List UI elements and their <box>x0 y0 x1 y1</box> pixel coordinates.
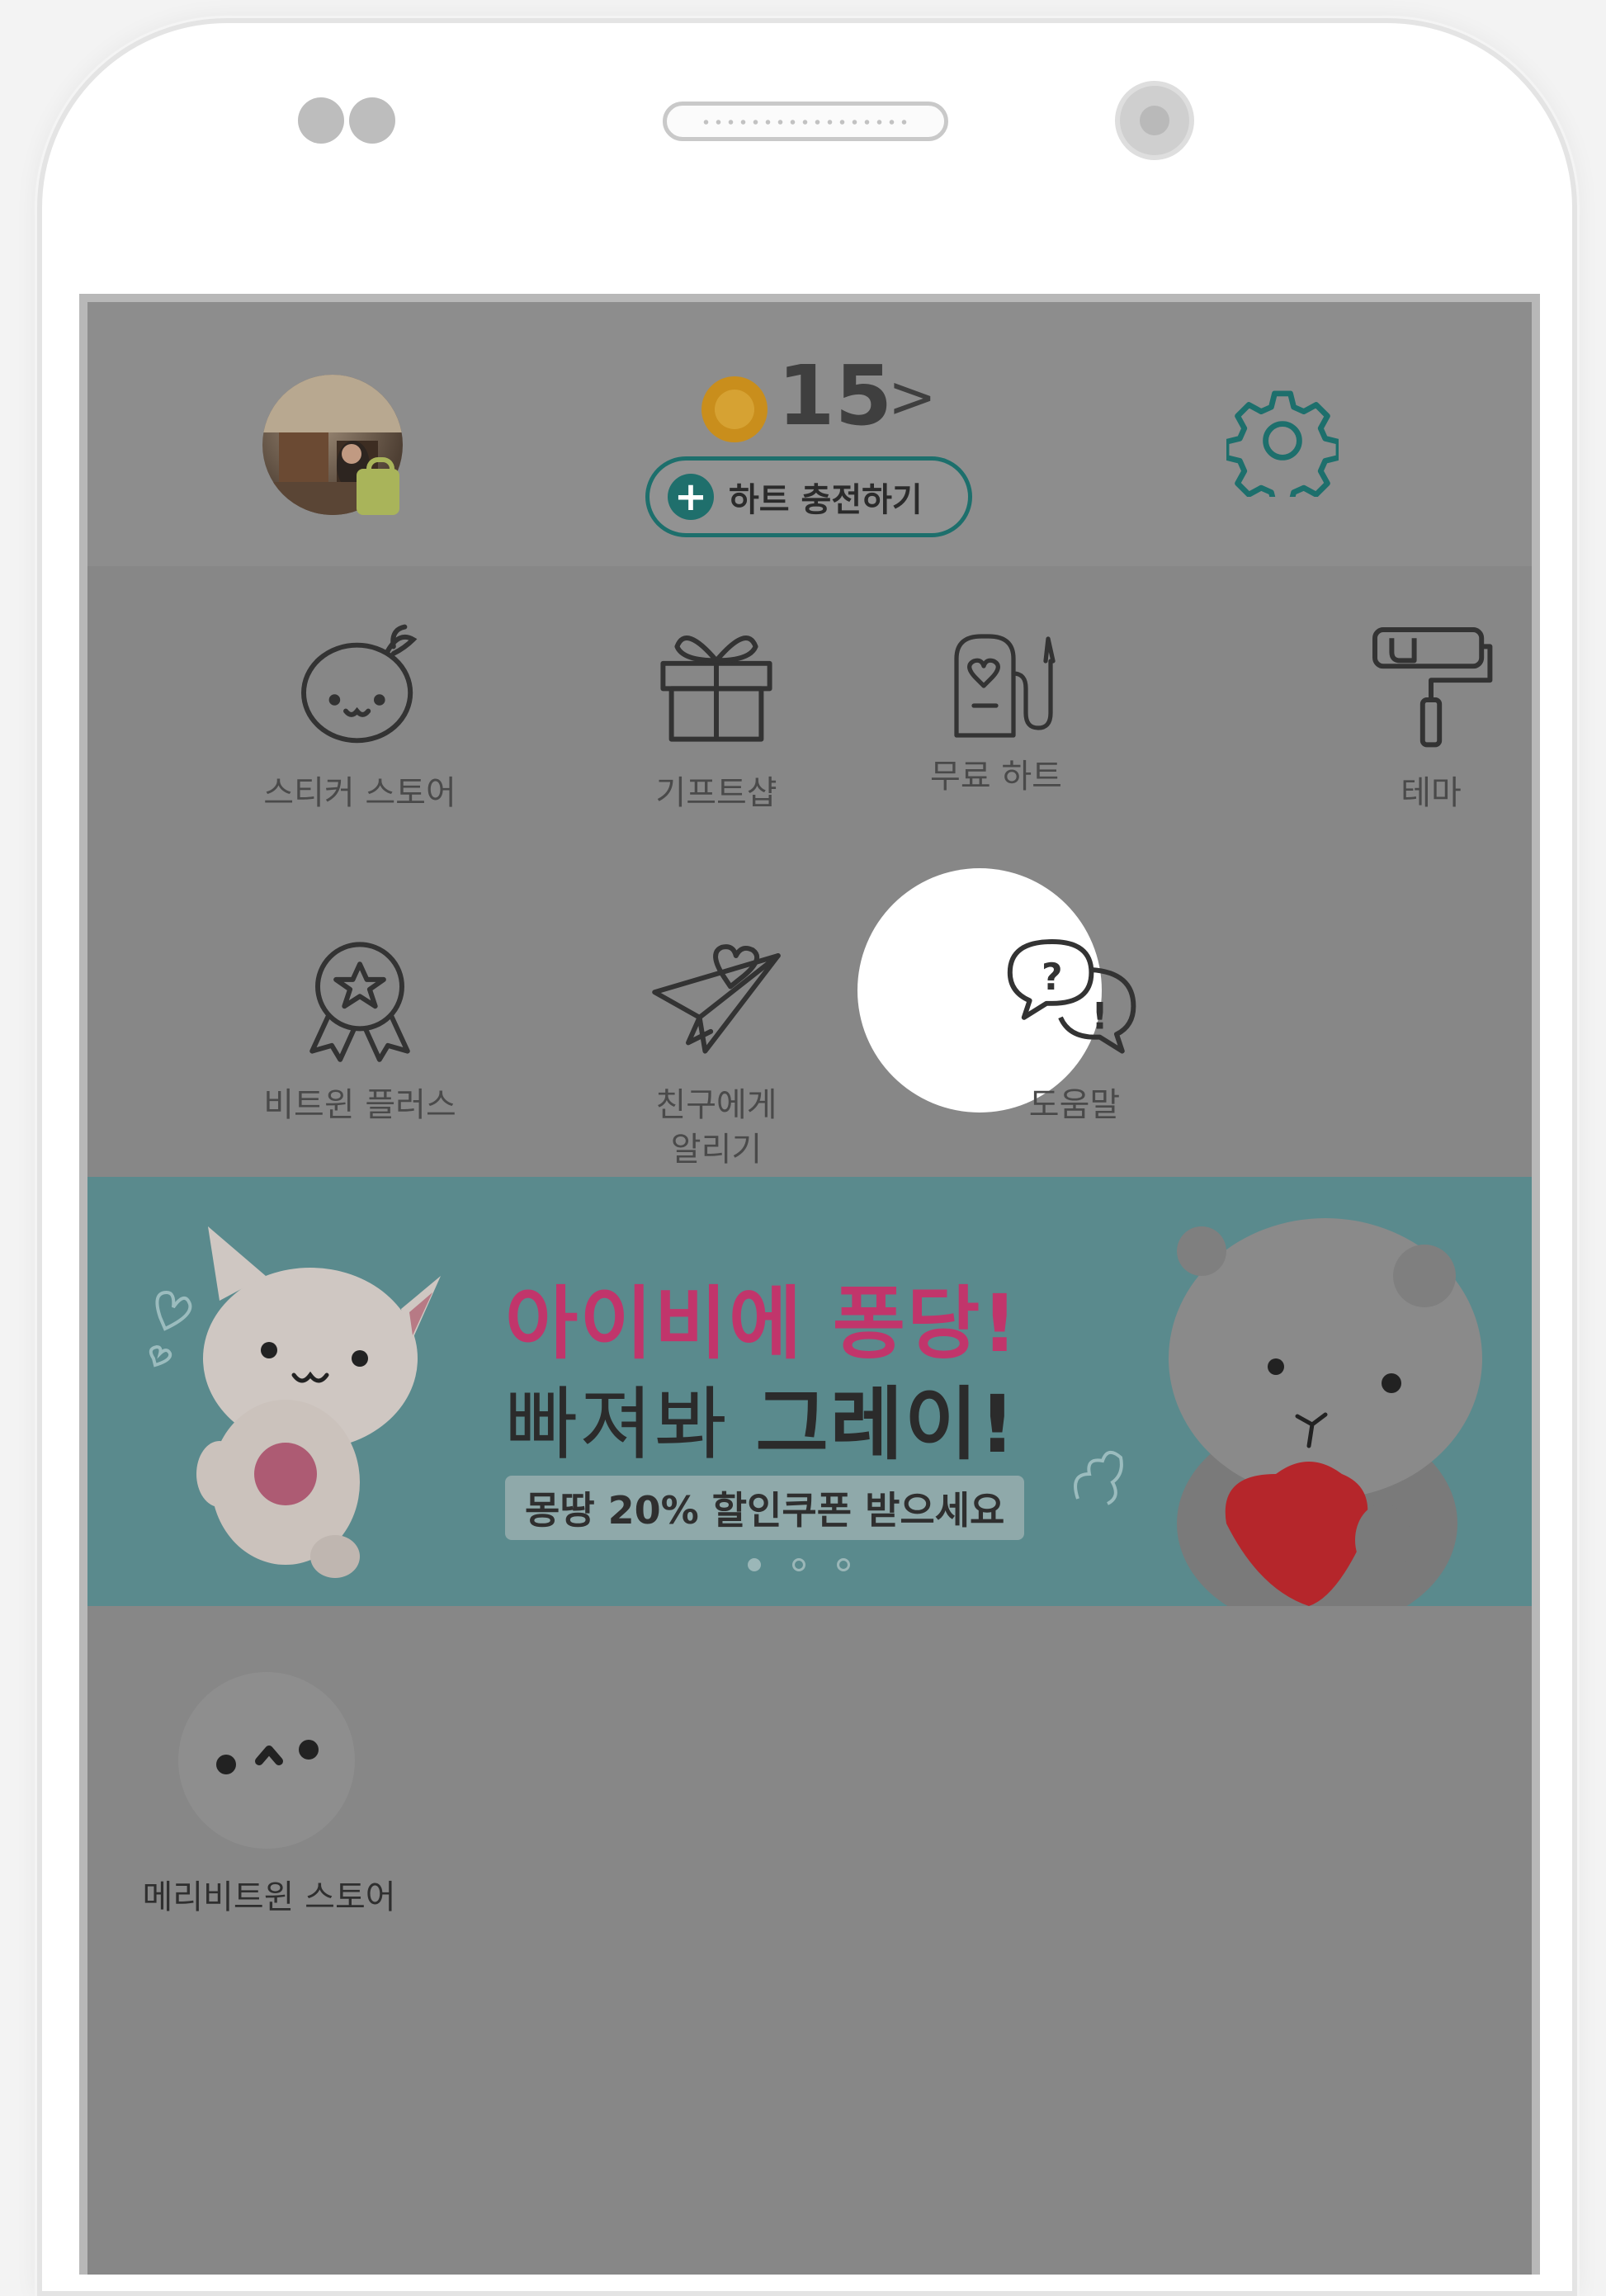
banner-coupon-label: 몽땅 20% 할인쿠폰 받으세요 <box>505 1476 1025 1540</box>
menu-grid: 스티커 스토어 기프트샵 무료 하트 테마 비트윈 플러스 친구에게 알리기 ?… <box>87 566 1532 1177</box>
menu-label: 비트윈 플러스 <box>263 1086 456 1124</box>
menu-label: 스티커 스토어 <box>263 774 456 812</box>
cat-plush-image <box>149 1226 441 1578</box>
menu-item-help[interactable]: ? ! 도움말 <box>934 928 1215 1127</box>
phone-top-bezel <box>42 23 1572 295</box>
chevron-right-icon[interactable]: > <box>888 368 937 426</box>
charge-hearts-label: 하트 충전하기 <box>729 481 923 519</box>
help-speech-bubbles-icon: ? ! <box>1007 939 1136 1054</box>
earpiece-speaker <box>663 102 948 141</box>
svg-text:?: ? <box>1042 957 1063 999</box>
menu-item-between-plus[interactable]: 비트윈 플러스 <box>220 928 500 1127</box>
paint-roller-icon <box>1372 627 1493 748</box>
gear-icon[interactable] <box>1226 385 1339 497</box>
menu-label: 도움말 <box>1028 1086 1121 1124</box>
seal-sticker-icon <box>301 624 418 744</box>
menu-label: 무료 하트 <box>930 758 1062 796</box>
paper-plane-heart-icon <box>652 944 781 1054</box>
menu-item-free-heart[interactable]: 무료 하트 <box>914 624 1079 799</box>
menu-item-sticker-store[interactable]: 스티커 스토어 <box>220 616 500 815</box>
menu-label: 기프트샵 <box>655 774 777 812</box>
banner-headline-line1: 아이비에 퐁당! <box>505 1259 1019 1374</box>
banner-headline-rest: 에 퐁당! <box>728 1278 1020 1370</box>
charge-hearts-button[interactable]: + 하트 충전하기 <box>645 456 972 537</box>
heart-fuel-pump-icon <box>954 634 1056 738</box>
profile-header: 15 > + 하트 충전하기 <box>87 302 1532 566</box>
page-dot <box>792 1558 805 1571</box>
page-dot <box>837 1558 850 1571</box>
heart-coin-icon <box>701 376 768 442</box>
plus-icon: + <box>668 474 714 520</box>
unlock-icon <box>357 457 399 515</box>
banner-highlight: 아이비 <box>505 1278 729 1370</box>
gift-icon <box>660 635 772 742</box>
page-dot-active <box>748 1558 761 1571</box>
banner-page-indicator <box>748 1558 850 1571</box>
gray-bear-plush-image <box>1074 1218 1482 1606</box>
merry-between-store-button[interactable] <box>178 1672 355 1849</box>
app-screen: 15 > + 하트 충전하기 스티커 스토어 기프트샵 무료 하트 테마 비트윈… <box>79 294 1540 2275</box>
menu-label: 테마 <box>1401 774 1462 812</box>
banner-headline-normal: 빠져봐 <box>505 1378 756 1471</box>
menu-item-tell-friends[interactable]: 친구에게 알리기 <box>576 928 857 1172</box>
banner-headline-bold: 그레이! <box>755 1378 1018 1471</box>
store-section: 메리비트윈 스토어 <box>87 1606 1532 2275</box>
svg-text:!: ! <box>1092 995 1108 1037</box>
banner-headline-line2: 빠져봐 그레이! <box>505 1360 1017 1475</box>
front-camera-icon <box>1115 81 1194 160</box>
seal-face-icon <box>216 1740 319 1774</box>
menu-label: 친구에게 알리기 <box>655 1086 777 1169</box>
promo-banner[interactable]: 아이비에 퐁당! 빠져봐 그레이! 몽땅 20% 할인쿠폰 받으세요 <box>87 1177 1532 1606</box>
heart-count[interactable]: 15 <box>777 355 892 437</box>
star-badge-icon <box>309 942 410 1062</box>
menu-item-theme[interactable]: 테마 <box>1291 616 1532 815</box>
sensor-left-icon <box>298 97 344 144</box>
sensor-right-icon <box>349 97 395 144</box>
menu-item-gift-shop[interactable]: 기프트샵 <box>576 616 857 815</box>
merry-between-store-label: 메리비트윈 스토어 <box>142 1878 396 1916</box>
